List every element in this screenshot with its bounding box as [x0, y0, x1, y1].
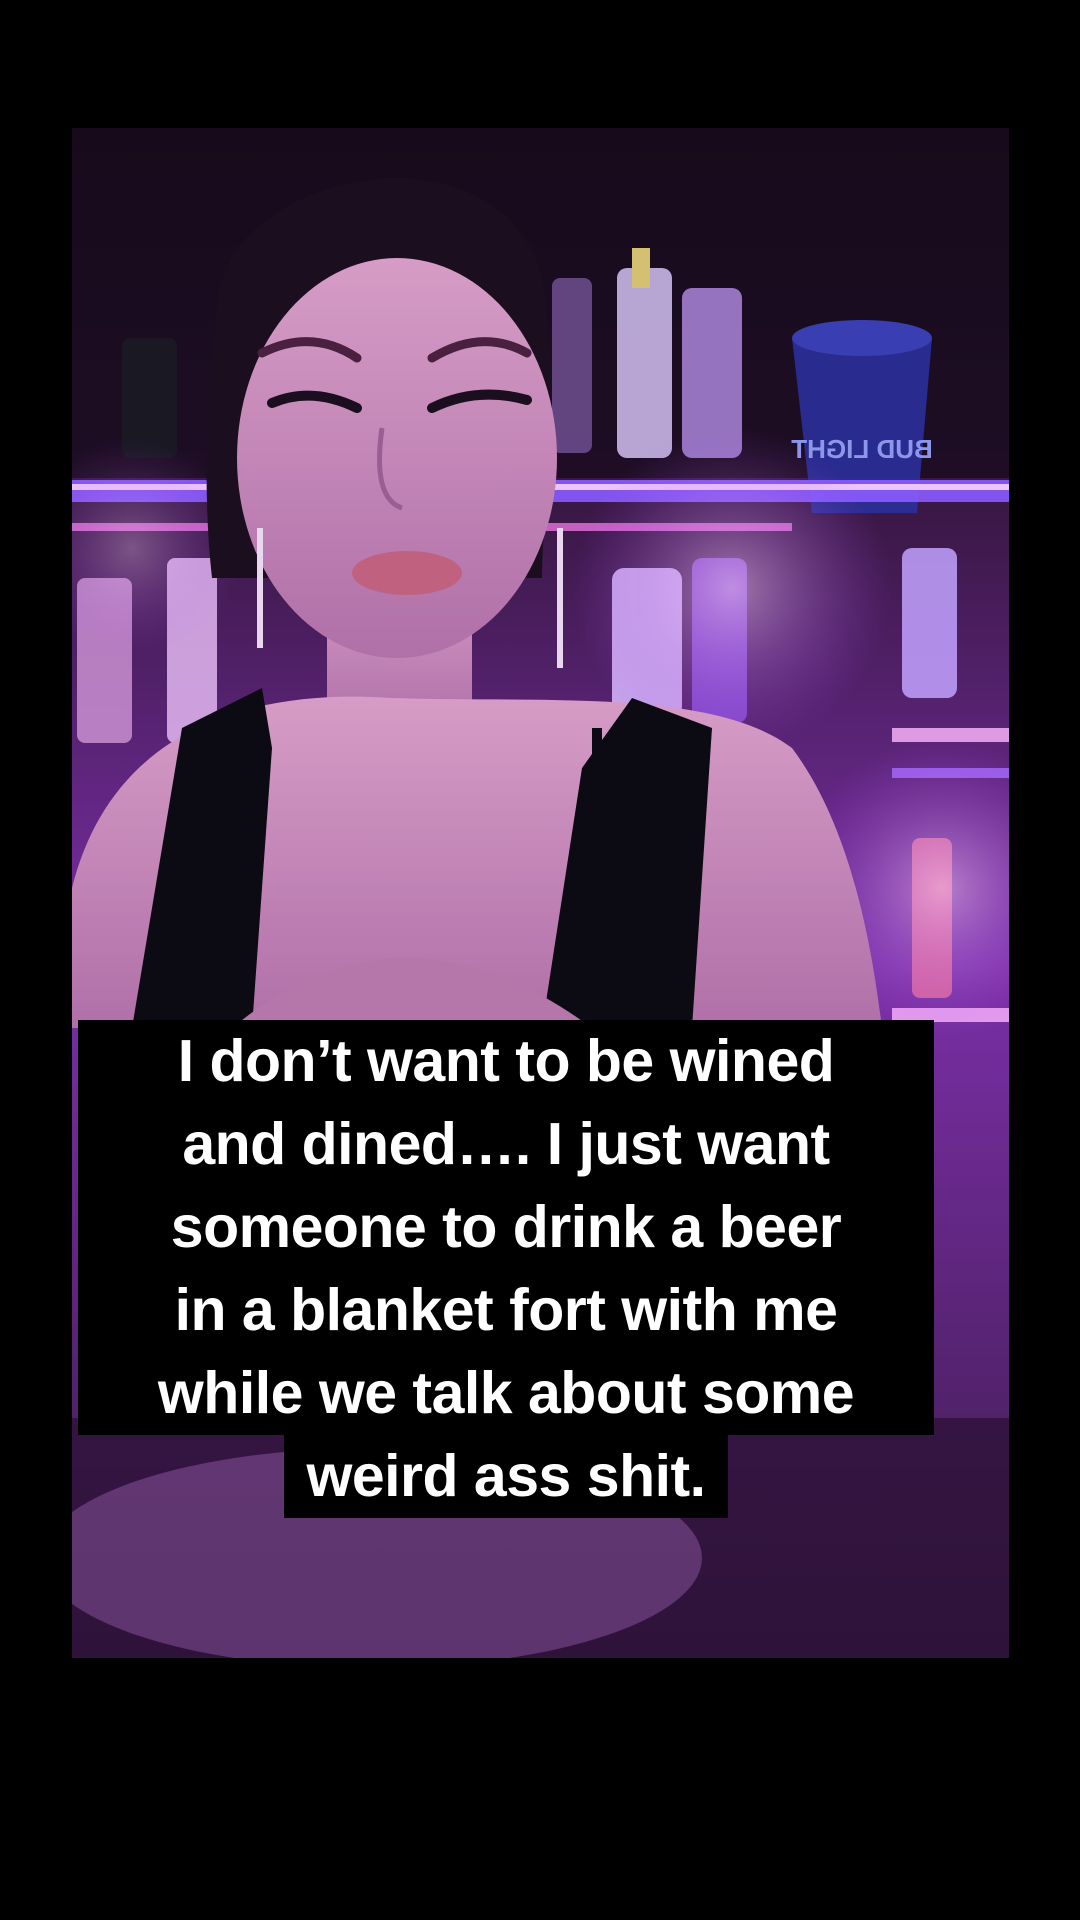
caption-line: and dined…. I just want — [78, 1103, 934, 1186]
caption-line-row: weird ass shit. — [78, 1435, 934, 1518]
caption-overlay: I don’t want to be wined and dined…. I j… — [78, 1020, 934, 1518]
caption-line: in a blanket fort with me — [78, 1269, 934, 1352]
caption-line-row: in a blanket fort with me — [78, 1269, 934, 1352]
caption-line: I don’t want to be wined — [78, 1020, 934, 1103]
caption-line-row: I don’t want to be wined — [78, 1020, 934, 1103]
caption-line: someone to drink a beer — [78, 1186, 934, 1269]
caption-line: while we talk about some — [78, 1352, 934, 1435]
caption-line-row: while we talk about some — [78, 1352, 934, 1435]
caption-line-row: and dined…. I just want — [78, 1103, 934, 1186]
caption-line-row: someone to drink a beer — [78, 1186, 934, 1269]
caption-line: weird ass shit. — [284, 1435, 728, 1518]
